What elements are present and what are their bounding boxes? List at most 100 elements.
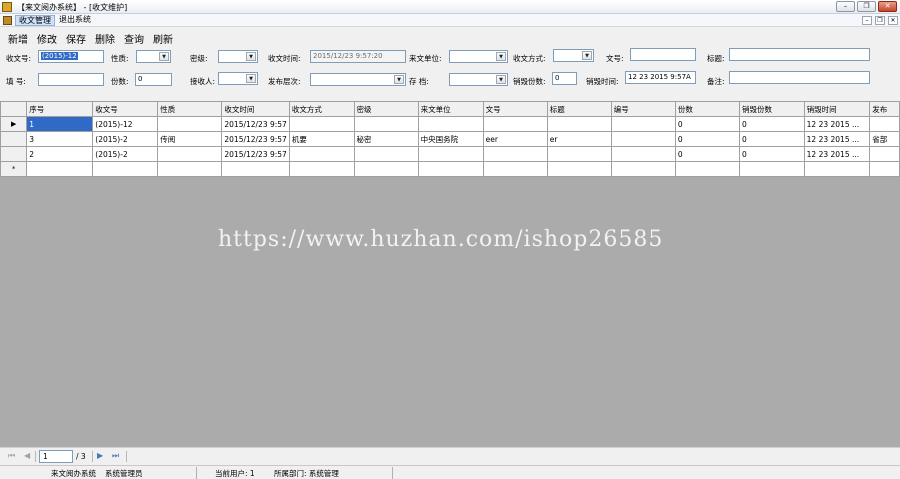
- table-cell[interactable]: [803, 161, 871, 177]
- table-cell[interactable]: 0: [738, 116, 805, 132]
- table-cell[interactable]: 0: [674, 131, 740, 147]
- column-header[interactable]: 密级: [353, 101, 419, 117]
- table-cell[interactable]: [610, 161, 676, 177]
- nature-select[interactable]: ▼: [136, 50, 171, 63]
- table-cell[interactable]: [26, 161, 94, 177]
- maximize-button[interactable]: ❐: [857, 1, 876, 12]
- column-header[interactable]: 文号: [482, 101, 548, 117]
- receipt-time-picker[interactable]: 2015/12/23 9:57:20: [310, 50, 406, 63]
- column-header[interactable]: 序号: [26, 101, 94, 117]
- new-row[interactable]: *: [0, 161, 900, 177]
- table-cell[interactable]: [288, 116, 355, 132]
- destroy-time-picker[interactable]: 12 23 2015 9:57A: [625, 71, 696, 84]
- table-cell[interactable]: [482, 161, 548, 177]
- table-cell[interactable]: [610, 116, 676, 132]
- close-button[interactable]: ✕: [878, 1, 897, 12]
- table-cell[interactable]: [417, 116, 484, 132]
- table-cell[interactable]: 机要: [288, 131, 355, 147]
- last-page-button[interactable]: ⏭: [112, 451, 119, 461]
- mdi-restore-button[interactable]: ❐: [875, 16, 885, 25]
- table-cell[interactable]: [869, 116, 900, 132]
- title-input[interactable]: [729, 48, 870, 61]
- table-cell[interactable]: (2015)-2: [92, 131, 159, 147]
- table-row[interactable]: 3 (2015)-2 传阅 2015/12/23 9:57 机要 秘密 中央国务院 eer er…: [0, 131, 900, 147]
- table-cell[interactable]: 传阅: [157, 131, 223, 147]
- table-cell[interactable]: [869, 146, 900, 162]
- menu-receipt-management[interactable]: 收文管理: [15, 15, 55, 26]
- table-cell[interactable]: 12 23 2015 ...: [803, 146, 871, 162]
- copies-input[interactable]: 0: [135, 73, 172, 86]
- receiver-select[interactable]: ▼: [218, 72, 258, 85]
- table-cell[interactable]: eer: [482, 131, 548, 147]
- table-cell[interactable]: [157, 146, 223, 162]
- table-cell[interactable]: 秘密: [353, 131, 419, 147]
- table-row[interactable]: ▶ 1 (2015)-12 2015/12/23 9:57 0 0 12 23 2015 .…: [0, 116, 900, 132]
- add-button[interactable]: 新增: [8, 31, 28, 46]
- menu-exit-system[interactable]: 退出系统: [56, 15, 94, 26]
- receipt-no-input[interactable]: (2015)-12: [38, 50, 104, 63]
- table-cell[interactable]: [482, 116, 548, 132]
- table-cell[interactable]: [546, 116, 612, 132]
- table-cell[interactable]: 0: [738, 146, 805, 162]
- secret-level-select[interactable]: ▼: [218, 50, 258, 63]
- column-header[interactable]: 发布: [869, 101, 900, 117]
- column-header[interactable]: 份数: [674, 101, 740, 117]
- publish-level-select[interactable]: ▼: [310, 73, 406, 86]
- table-cell[interactable]: (2015)-12: [92, 116, 159, 132]
- mdi-minimize-button[interactable]: –: [862, 16, 872, 25]
- table-cell[interactable]: 0: [738, 131, 805, 147]
- table-cell[interactable]: 0: [674, 116, 740, 132]
- column-header[interactable]: 收文方式: [288, 101, 355, 117]
- table-cell[interactable]: 2: [26, 146, 94, 162]
- row-header[interactable]: [0, 146, 28, 162]
- minimize-button[interactable]: –: [836, 1, 855, 12]
- table-cell[interactable]: 2015/12/23 9:57: [221, 146, 290, 162]
- table-cell[interactable]: [610, 131, 676, 147]
- table-cell[interactable]: 中央国务院: [417, 131, 484, 147]
- table-cell[interactable]: [288, 161, 355, 177]
- table-cell[interactable]: 2015/12/23 9:57: [221, 131, 290, 147]
- table-cell[interactable]: [869, 161, 900, 177]
- column-header[interactable]: 收文时间: [221, 101, 290, 117]
- table-cell[interactable]: [738, 161, 805, 177]
- column-header[interactable]: 销毁时间: [803, 101, 871, 117]
- table-cell[interactable]: [157, 116, 223, 132]
- column-header[interactable]: 性质: [157, 101, 223, 117]
- column-header[interactable]: 销毁份数: [738, 101, 805, 117]
- first-page-button[interactable]: ⏮: [8, 451, 15, 461]
- table-cell[interactable]: 1: [26, 116, 94, 132]
- table-cell[interactable]: [417, 161, 484, 177]
- row-header[interactable]: ▶: [0, 116, 28, 132]
- table-cell[interactable]: [157, 161, 223, 177]
- prev-page-button[interactable]: ◀: [24, 451, 30, 460]
- table-cell[interactable]: 0: [674, 146, 740, 162]
- table-cell[interactable]: 3: [26, 131, 94, 147]
- edit-button[interactable]: 修改: [37, 31, 57, 46]
- table-cell[interactable]: [674, 161, 740, 177]
- column-header[interactable]: 来文单位: [417, 101, 484, 117]
- column-header[interactable]: 收文号: [92, 101, 159, 117]
- source-unit-select[interactable]: ▼: [449, 50, 508, 63]
- table-cell[interactable]: [288, 146, 355, 162]
- table-cell[interactable]: [221, 161, 290, 177]
- refresh-button[interactable]: 刷新: [153, 31, 173, 46]
- table-cell[interactable]: [353, 116, 419, 132]
- table-row[interactable]: 2 (2015)-2 2015/12/23 9:57 0 0 12 23 2015 ...: [0, 146, 900, 162]
- table-cell[interactable]: [92, 161, 159, 177]
- archive-select[interactable]: ▼: [449, 73, 508, 86]
- table-cell[interactable]: [546, 161, 612, 177]
- new-row-marker[interactable]: *: [0, 161, 28, 177]
- receipt-method-select[interactable]: ▼: [553, 49, 594, 62]
- table-cell[interactable]: [546, 146, 612, 162]
- delete-button[interactable]: 删除: [95, 31, 115, 46]
- table-cell[interactable]: 12 23 2015 ...: [803, 131, 871, 147]
- column-header[interactable]: 编号: [610, 101, 676, 117]
- doc-no-input[interactable]: [630, 48, 696, 61]
- table-cell[interactable]: er: [546, 131, 612, 147]
- table-cell[interactable]: [353, 161, 419, 177]
- table-cell[interactable]: [417, 146, 484, 162]
- table-cell[interactable]: [482, 146, 548, 162]
- table-cell[interactable]: 2015/12/23 9:57: [221, 116, 290, 132]
- destroy-copies-input[interactable]: 0: [552, 72, 577, 85]
- remark-input[interactable]: [729, 71, 870, 84]
